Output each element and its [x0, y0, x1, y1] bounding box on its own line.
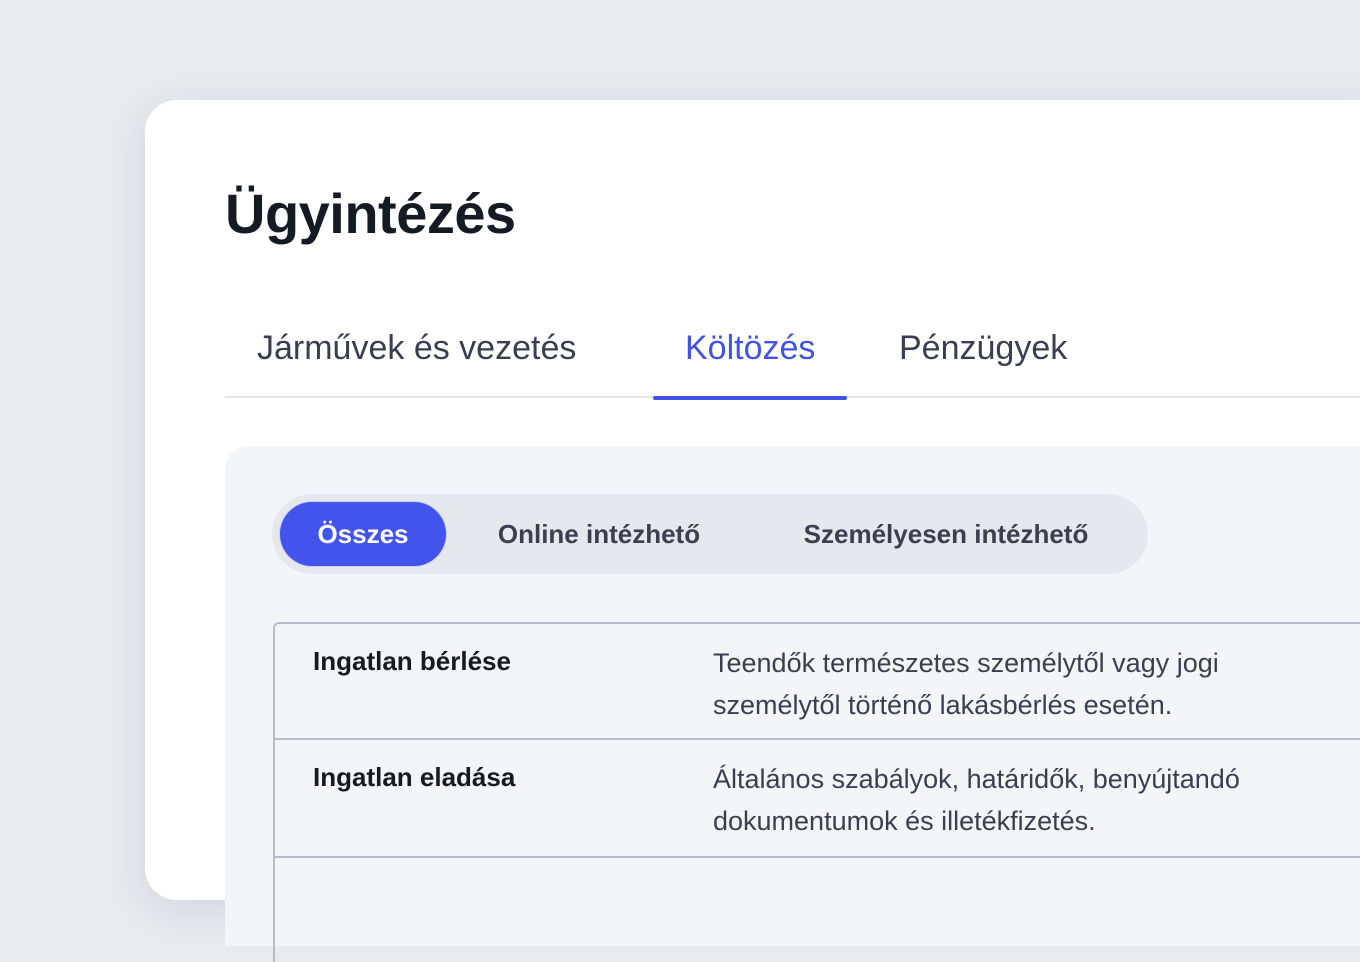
list-item[interactable]: Ingatlan bérlése Teendők természetes sze… [275, 624, 1360, 740]
filter-in-person-button[interactable]: Személyesen intézhető [760, 502, 1132, 566]
main-card: Ügyintézés Járművek és vezetés Költözés … [145, 100, 1360, 962]
tab-finances[interactable]: Pénzügyek [867, 322, 1099, 398]
list-item-description: Teendők természetes személytől vagy jogi… [713, 648, 1219, 720]
list-item-title: Ingatlan eladása [313, 762, 516, 792]
list-item[interactable]: Ingatlan eladása Általános szabályok, ha… [275, 740, 1360, 858]
page-title: Ügyintézés [225, 182, 516, 245]
filter-all-button[interactable]: Összes [280, 502, 446, 566]
tab-moving[interactable]: Költözés [653, 322, 848, 400]
filter-online-button[interactable]: Online intézhető [460, 502, 738, 566]
category-tabs: Járművek és vezetés Költözés Pénzügyek [225, 322, 1360, 400]
content-panel: Összes Online intézhető Személyesen inté… [225, 446, 1360, 962]
filter-segmented-control: Összes Online intézhető Személyesen inté… [272, 494, 1148, 574]
tab-vehicles[interactable]: Járművek és vezetés [225, 322, 608, 398]
list-item-description: Általános szabályok, határidők, benyújta… [713, 764, 1240, 836]
list-item-title: Ingatlan bérlése [313, 646, 511, 676]
services-list: Ingatlan bérlése Teendők természetes sze… [273, 622, 1360, 962]
